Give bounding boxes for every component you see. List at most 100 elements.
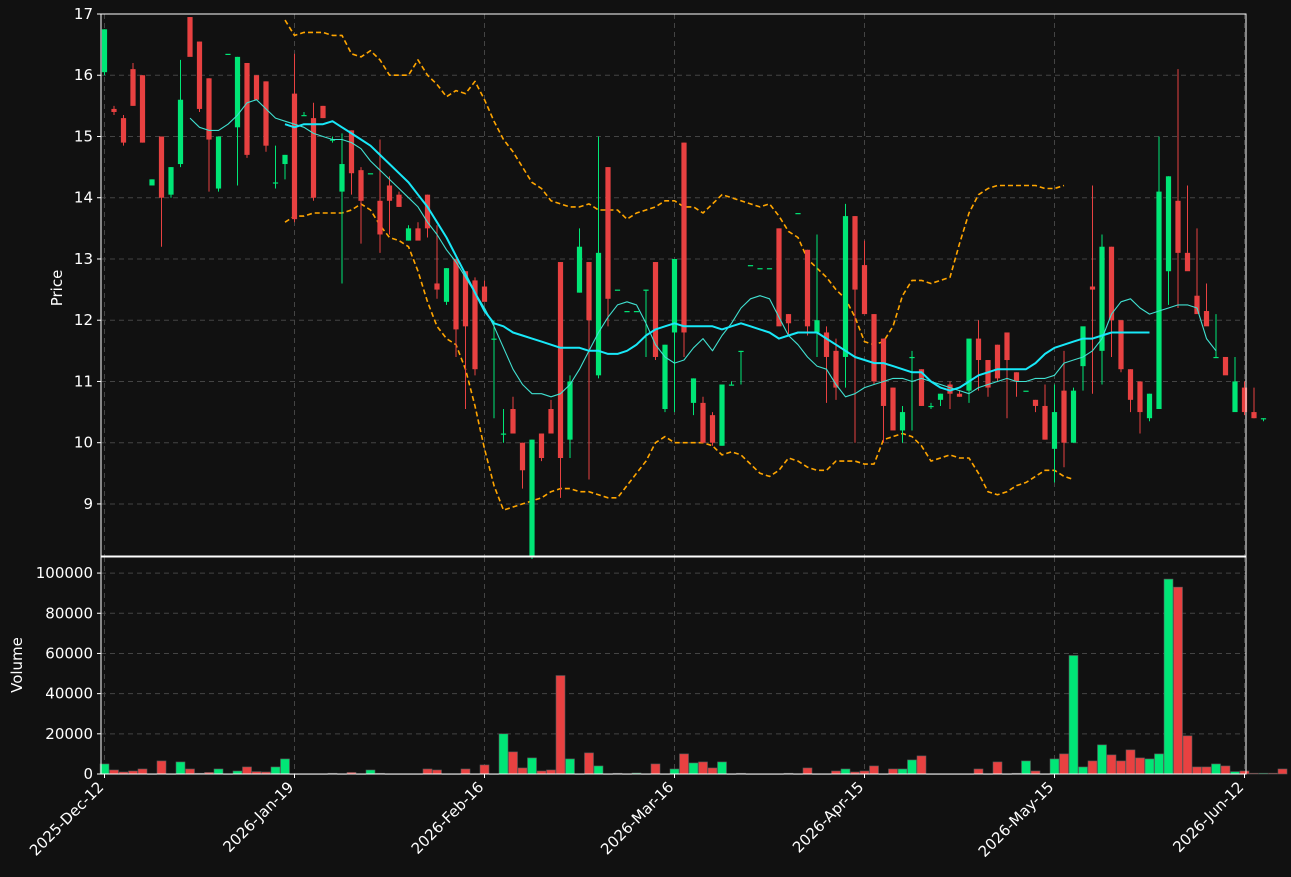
candle-body-down: [804, 249, 811, 327]
candle-body-up: [643, 289, 649, 291]
volume-bar: [213, 768, 224, 775]
candle-body-up: [899, 412, 906, 431]
candle-body-down: [1013, 372, 1020, 382]
candle-body-down: [253, 75, 260, 100]
bands: [284, 19, 1074, 511]
x-tick-label: 2026-May-15: [975, 778, 1058, 861]
volume-bar: [1144, 758, 1155, 775]
candle-body-up: [149, 179, 155, 186]
candle-body-up: [1023, 390, 1029, 392]
moving-averages: [189, 99, 1217, 398]
volume-bar: [802, 767, 813, 775]
candle-body-up: [168, 167, 174, 195]
volume-bar: [584, 752, 594, 775]
volume-axis-label: Volume: [8, 637, 26, 693]
price-axis-label: Price: [48, 270, 66, 307]
candle-body-down: [1108, 246, 1115, 321]
candle-body-down: [377, 200, 383, 235]
candle-body-down: [510, 409, 516, 434]
candle-body-down: [880, 338, 887, 406]
candle-body-down: [785, 314, 792, 324]
volume-bar: [1125, 749, 1136, 775]
candle-body-down: [348, 130, 355, 174]
candle-body-down: [196, 41, 203, 109]
candle-body-down: [139, 75, 146, 143]
candle-body-up: [1213, 356, 1219, 359]
candle-body-down: [453, 258, 459, 330]
volume-bar: [1078, 766, 1088, 775]
volume-bar: [869, 765, 879, 775]
candle-body-down: [994, 344, 1001, 379]
volume-bar: [109, 769, 119, 775]
candle-body-down: [310, 118, 317, 198]
volume-bar: [460, 768, 471, 775]
candle-body-down: [130, 69, 136, 106]
volume-bars: [99, 578, 1288, 775]
volume-bar: [1201, 766, 1212, 775]
candle-body-down: [263, 81, 269, 146]
candle-body-down: [557, 262, 564, 459]
candle-body-down: [1089, 286, 1096, 290]
volume-bar: [897, 768, 908, 775]
candle-body-up: [1156, 191, 1162, 410]
candle-body-down: [434, 283, 440, 290]
volume-bar: [1173, 586, 1183, 775]
volume-bar: [242, 766, 252, 775]
volume-bar: [1097, 744, 1107, 775]
candle-body-up: [567, 381, 573, 440]
volume-bar: [840, 768, 851, 775]
candle-body-up: [738, 350, 744, 353]
candle-body-up: [1165, 176, 1172, 272]
candle-body-down: [1175, 200, 1181, 253]
candle-body-down: [890, 387, 896, 431]
x-tick-label: 2025-Dec-12: [26, 778, 107, 859]
price-tick-label: 12: [74, 311, 93, 329]
x-tick-label: 2026-Jan-19: [220, 778, 298, 856]
volume-bar: [688, 762, 699, 775]
volume-bar: [1021, 760, 1031, 775]
candle-body-up: [576, 246, 583, 293]
volume-bar: [479, 764, 490, 775]
volume-bar: [698, 761, 708, 775]
volume-bar: [679, 753, 689, 775]
candle-body-down: [652, 262, 659, 357]
volume-bar: [565, 758, 575, 775]
candlestick-chart: 9101112131415161702000040000600008000010…: [8, 5, 1288, 861]
volume-bar: [498, 733, 509, 775]
candle-body-down: [975, 338, 982, 361]
volume-tick-label: 40000: [45, 685, 93, 703]
volume-bar: [1211, 763, 1221, 775]
volume-bar: [1116, 760, 1126, 775]
candles: [101, 17, 1267, 560]
candle-body-down: [871, 314, 877, 382]
volume-bar: [1163, 578, 1174, 775]
candle-body-down: [1004, 332, 1010, 361]
candle-body-up: [101, 29, 108, 73]
volume-bar: [280, 758, 290, 775]
candle-body-up: [595, 252, 602, 376]
candle-body-up: [747, 265, 754, 267]
candle-body-down: [605, 167, 611, 299]
candle-body-up: [491, 338, 497, 340]
candle-body-up: [225, 53, 231, 56]
volume-bar: [888, 768, 898, 775]
candle-body-down: [481, 286, 488, 302]
volume-bar: [1106, 754, 1117, 775]
volume-bar: [1277, 768, 1288, 775]
candle-body-down: [776, 228, 782, 327]
candle-body-down: [358, 170, 364, 201]
volume-bar: [137, 768, 148, 775]
candle-body-up: [1232, 381, 1238, 413]
candle-body-up: [728, 384, 735, 386]
candle-body-down: [1118, 320, 1124, 370]
x-tick-label: 2026-Feb-16: [408, 778, 488, 858]
volume-bar: [156, 760, 167, 775]
candle-body-down: [700, 402, 706, 443]
price-tick-label: 9: [83, 495, 93, 513]
volume-tick-label: 20000: [45, 725, 93, 743]
candle-body-up: [795, 213, 801, 215]
candle-body-down: [548, 409, 554, 434]
candle-body-down: [187, 17, 193, 57]
candle-body-down: [1127, 369, 1134, 400]
candle-body-up: [633, 311, 640, 313]
